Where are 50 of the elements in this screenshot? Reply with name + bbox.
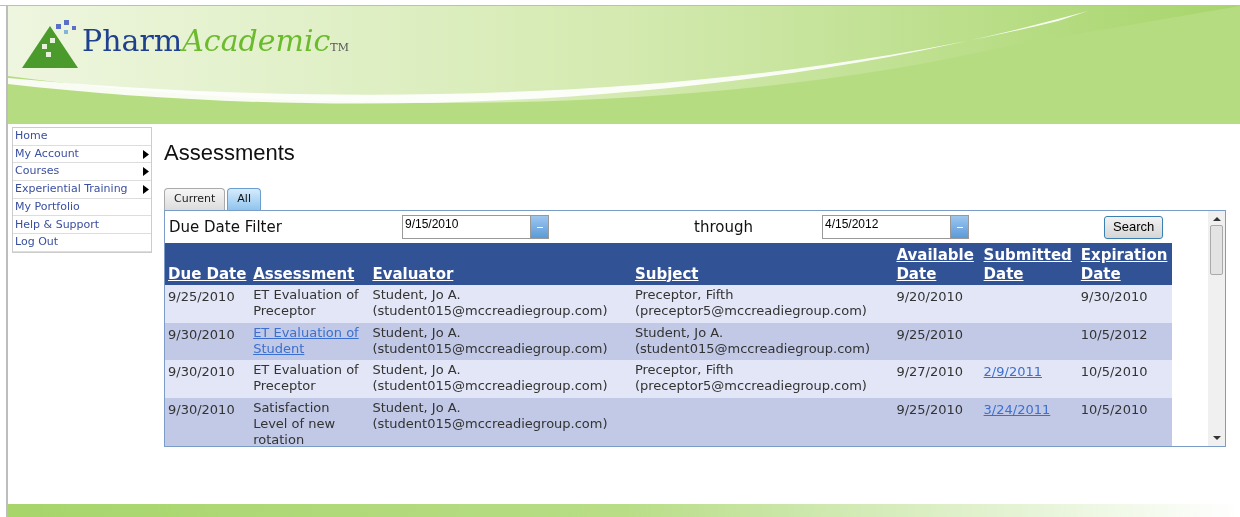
sidebar-item[interactable]: My Account <box>13 145 151 164</box>
table-cell: 9/20/2010 <box>896 289 964 305</box>
column-header[interactable]: Available Date <box>896 245 978 284</box>
table-cell: Student, Jo A. (student015@mccreadiegroup.com) <box>372 399 608 432</box>
through-label: through <box>694 216 754 238</box>
table-cell: 9/25/2010 <box>896 401 964 418</box>
table-cell: 9/30/2010 <box>1080 289 1148 305</box>
filter-label: Due Date Filter <box>169 216 283 238</box>
dropdown-button[interactable] <box>951 215 969 239</box>
dropdown-button[interactable] <box>531 215 549 239</box>
table-cell: 9/30/2010 <box>168 364 235 380</box>
column-header[interactable]: Submitted Date <box>983 245 1075 284</box>
table-cell: Student, Jo A. (student015@mccreadiegroup.com) <box>372 287 608 319</box>
scrollbar[interactable] <box>1208 211 1225 446</box>
table-cell: 10/5/2012 <box>1080 326 1148 343</box>
column-header[interactable]: Due Date <box>168 264 247 284</box>
table-cell: 9/27/2010 <box>896 364 964 380</box>
table-cell: 9/25/2010 <box>168 289 235 305</box>
sidebar-item[interactable]: Courses <box>13 163 151 182</box>
to-date-field[interactable]: 4/15/2012 <box>822 215 951 239</box>
table-cell: Student, Jo A. (student015@mccreadiegroup.com) <box>372 362 608 394</box>
table-cell: ET Evaluation of Preceptor <box>253 287 359 319</box>
from-date-field[interactable]: 9/15/2010 <box>402 215 531 239</box>
scroll-thumb[interactable] <box>1210 225 1223 275</box>
page-title: Assessments <box>164 139 296 167</box>
table-cell: Satisfaction Level of new rotation <box>253 399 336 446</box>
sidebar-item[interactable]: My Portfolio <box>13 198 151 217</box>
column-header[interactable]: Evaluator <box>372 264 454 284</box>
search-button[interactable]: Search <box>1104 215 1164 239</box>
column-header[interactable]: Assessment <box>253 264 355 284</box>
table-cell: 9/30/2010 <box>168 326 235 343</box>
sidebar-item[interactable]: Help & Support <box>13 216 151 235</box>
tab[interactable]: Current <box>164 188 226 210</box>
table-cell: 10/5/2010 <box>1080 364 1148 380</box>
sidebar-item[interactable]: Experiential Training <box>13 181 151 199</box>
column-header[interactable]: Expiration Date <box>1080 245 1169 284</box>
logo-text: PharmAcademicTM <box>82 23 349 60</box>
table-cell: Preceptor, Fifth (preceptor5@mccreadiegroup.com) <box>634 287 867 319</box>
table-cell: 9/30/2010 <box>168 401 235 418</box>
table-cell: Student, Jo A. (student015@mccreadiegroup.com) <box>372 324 608 357</box>
table-link[interactable]: 2/9/2011 <box>983 364 1042 380</box>
table-cell: Student, Jo A. (student015@mccreadiegroup.com) <box>634 324 871 357</box>
tab[interactable]: All <box>227 188 261 210</box>
table-cell: 9/25/2010 <box>896 326 964 343</box>
table-cell: Preceptor, Fifth (preceptor5@mccreadiegroup.com) <box>634 362 867 394</box>
sidebar-item[interactable]: Home <box>13 128 151 146</box>
column-header[interactable]: Subject <box>634 264 699 284</box>
sidebar-item[interactable]: Log Out <box>13 234 151 252</box>
table-cell: 10/5/2010 <box>1080 401 1148 418</box>
table-cell: ET Evaluation of Preceptor <box>253 362 359 394</box>
